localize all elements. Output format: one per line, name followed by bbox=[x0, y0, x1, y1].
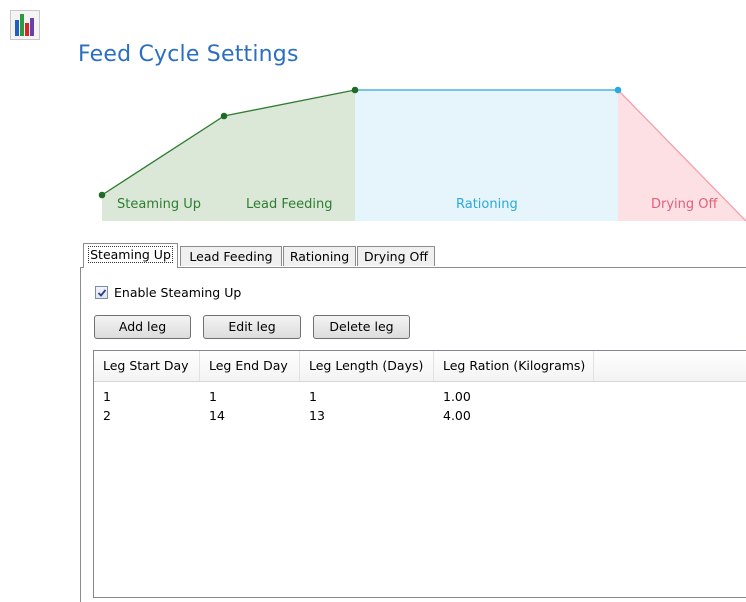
cell-leg-length: 13 bbox=[309, 408, 325, 423]
phase-label-steaming-up: Steaming Up bbox=[117, 197, 201, 212]
phase-label-lead-feeding: Lead Feeding bbox=[246, 197, 333, 212]
tab-drying-off-label: Drying Off bbox=[364, 249, 428, 264]
cell-leg-ration: 4.00 bbox=[443, 408, 471, 423]
point-rationing-start bbox=[351, 86, 359, 94]
feed-cycle-tab-control: Steaming Up Lead Feeding Rationing Dryin… bbox=[80, 240, 746, 602]
tab-panel-steaming-up: Enable Steaming Up Add leg Edit leg Dele… bbox=[80, 267, 746, 602]
bar-chart-icon bbox=[10, 10, 40, 40]
column-header-leg-ration[interactable]: Leg Ration (Kilograms) bbox=[434, 351, 594, 381]
column-header-leg-length[interactable]: Leg Length (Days) bbox=[300, 351, 434, 381]
page-title: Feed Cycle Settings bbox=[78, 42, 299, 67]
cell-leg-end-day: 14 bbox=[209, 408, 225, 423]
phase-label-rationing: Rationing bbox=[456, 197, 518, 212]
point-steaming-start bbox=[98, 191, 106, 199]
add-leg-button[interactable]: Add leg bbox=[94, 315, 191, 339]
cell-leg-ration: 1.00 bbox=[443, 389, 471, 404]
cell-leg-length: 1 bbox=[309, 389, 317, 404]
cell-leg-start-day: 1 bbox=[103, 389, 111, 404]
tab-rationing[interactable]: Rationing bbox=[283, 246, 356, 266]
checkmark-icon bbox=[97, 288, 107, 297]
column-header-leg-end-day[interactable]: Leg End Day bbox=[200, 351, 300, 381]
table-row[interactable]: 2 14 13 4.00 bbox=[94, 406, 746, 425]
feed-cycle-diagram bbox=[98, 86, 746, 222]
enable-steaming-up-label: Enable Steaming Up bbox=[114, 284, 242, 300]
column-header-leg-start-day[interactable]: Leg Start Day bbox=[94, 351, 200, 381]
cell-leg-start-day: 2 bbox=[103, 408, 111, 423]
point-lead-start bbox=[220, 112, 228, 120]
tab-lead-feeding[interactable]: Lead Feeding bbox=[180, 246, 282, 266]
legs-table-header: Leg Start Day Leg End Day Leg Length (Da… bbox=[94, 351, 746, 382]
point-drying-start bbox=[614, 86, 622, 94]
tab-strip: Steaming Up Lead Feeding Rationing Dryin… bbox=[80, 240, 746, 270]
cell-leg-end-day: 1 bbox=[209, 389, 217, 404]
delete-leg-button[interactable]: Delete leg bbox=[313, 315, 410, 339]
tab-rationing-label: Rationing bbox=[289, 249, 350, 264]
tab-steaming-up-label: Steaming Up bbox=[88, 246, 173, 263]
legs-table[interactable]: Leg Start Day Leg End Day Leg Length (Da… bbox=[93, 350, 746, 598]
tab-steaming-up[interactable]: Steaming Up bbox=[83, 243, 178, 268]
tab-drying-off[interactable]: Drying Off bbox=[357, 246, 435, 266]
table-row[interactable]: 1 1 1 1.00 bbox=[94, 387, 746, 406]
phase-label-drying-off: Drying Off bbox=[651, 197, 718, 212]
tab-lead-feeding-label: Lead Feeding bbox=[189, 249, 273, 264]
edit-leg-button[interactable]: Edit leg bbox=[203, 315, 301, 339]
enable-steaming-up-checkbox[interactable] bbox=[95, 285, 108, 299]
enable-steaming-up-row[interactable]: Enable Steaming Up bbox=[95, 284, 241, 300]
